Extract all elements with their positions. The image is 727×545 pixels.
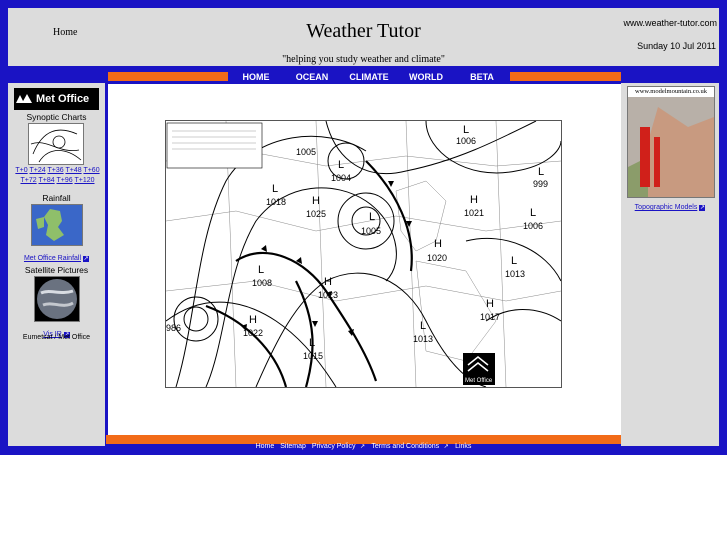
- pressure-label-l: L: [511, 255, 517, 267]
- pressure-label-value: 1006: [523, 221, 543, 231]
- external-link-icon: ↗: [359, 444, 366, 450]
- pressure-label-l: L: [420, 320, 426, 332]
- link-t84[interactable]: T+84: [38, 177, 54, 184]
- rainfall-link-wrap: Met Office Rainfall ↗: [8, 247, 105, 265]
- pressure-label-value: 986: [166, 323, 181, 333]
- pressure-label-l: L: [369, 211, 375, 223]
- pressure-label-h: H: [486, 298, 494, 310]
- synoptic-chart: L 1006 1005 L 1004 L 999 L 1018 H 1025 L…: [165, 120, 562, 388]
- footer-sitemap[interactable]: Sitemap: [280, 443, 306, 450]
- external-link-icon: ↗: [699, 205, 706, 211]
- link-t36[interactable]: T+36: [47, 167, 63, 174]
- isobar-map: L 1006 1005 L 1004 L 999 L 1018 H 1025 L…: [165, 120, 562, 388]
- satellite-heading: Satellite Pictures: [24, 265, 89, 275]
- rainfall-thumbnail[interactable]: [31, 204, 83, 246]
- link-t24[interactable]: T+24: [29, 167, 45, 174]
- pressure-label-h: H: [312, 195, 320, 207]
- rainfall-heading: Rainfall: [42, 193, 71, 203]
- svg-text:Met Office: Met Office: [465, 378, 493, 384]
- link-t48[interactable]: T+48: [65, 167, 81, 174]
- chart-met-office-logo: Met Office: [463, 353, 495, 385]
- footer-privacy[interactable]: Privacy Policy: [312, 443, 356, 450]
- site-url: www.weather-tutor.com: [623, 18, 717, 28]
- chart-legend-box: [166, 122, 263, 169]
- met-office-logo[interactable]: Met Office: [14, 88, 99, 110]
- pressure-label-l: L: [530, 207, 536, 219]
- nav-ocean[interactable]: OCEAN: [284, 71, 340, 84]
- pressure-label-h: H: [434, 238, 442, 250]
- link-t72[interactable]: T+72: [21, 177, 37, 184]
- pressure-label-l: L: [272, 183, 278, 195]
- synoptic-charts-heading: Synoptic Charts: [26, 112, 87, 122]
- link-t60[interactable]: T+60: [83, 167, 99, 174]
- pressure-label-h: H: [470, 194, 478, 206]
- model-mountain-ad[interactable]: www.modelmountain.co.uk: [627, 86, 715, 198]
- mountain-model-icon: [628, 97, 714, 197]
- pressure-label-value: 1013: [413, 334, 433, 344]
- pressure-label-value: 1015: [303, 351, 323, 361]
- satellite-credit: Eumetsat / Met Office: [22, 334, 91, 341]
- rainfall-map-icon: [36, 209, 64, 241]
- link-t96[interactable]: T+96: [56, 177, 72, 184]
- synoptic-thumbnail[interactable]: [28, 123, 84, 165]
- link-t0[interactable]: T+0: [15, 167, 27, 174]
- pressure-label-value: 1018: [266, 197, 286, 207]
- topographic-link-wrap: Topographic Models ↗: [621, 196, 719, 214]
- nav-beta[interactable]: BETA: [454, 71, 510, 84]
- pressure-label-h: H: [324, 276, 332, 288]
- nav-world[interactable]: WORLD: [398, 71, 454, 84]
- link-t120[interactable]: T+120: [74, 177, 94, 184]
- main-nav: HOME OCEAN CLIMATE WORLD BETA: [228, 71, 510, 84]
- footer-links-item[interactable]: Links: [455, 443, 471, 450]
- pressure-label-value: 999: [533, 179, 548, 189]
- pressure-label-value: 1017: [480, 312, 500, 322]
- tagline: "helping you study weather and climate": [282, 54, 445, 65]
- synoptic-links: T+0 T+24 T+36 T+48 T+60 T+72 T+84 T+96 T…: [14, 166, 101, 186]
- satellite-thumbnail[interactable]: [34, 276, 80, 322]
- pressure-label-l: L: [338, 159, 344, 171]
- pressure-label-l: L: [538, 166, 544, 178]
- synoptic-thumbnail-map: [30, 129, 82, 163]
- external-link-icon: ↗: [83, 256, 90, 262]
- pressure-label-value: 1025: [306, 209, 326, 219]
- site-title: Weather Tutor: [306, 20, 421, 42]
- footer-links: Home Sitemap Privacy Policy ↗ Terms and C…: [0, 443, 727, 450]
- external-link-icon: ↗: [443, 444, 450, 450]
- pressure-label-l: L: [463, 124, 469, 136]
- nav-home[interactable]: HOME: [228, 71, 284, 84]
- pressure-label-value: 1004: [331, 173, 351, 183]
- footer-home[interactable]: Home: [256, 443, 275, 450]
- satellite-globe-icon: [37, 279, 77, 319]
- pressure-label-value: 1005: [361, 226, 381, 236]
- met-office-logo-icon: [16, 94, 32, 103]
- footer-terms[interactable]: Terms and Conditions: [371, 443, 439, 450]
- pressure-label-l: L: [309, 337, 315, 349]
- topographic-models-link[interactable]: Topographic Models: [635, 204, 698, 211]
- pressure-label-value: 1008: [252, 278, 272, 288]
- pressure-label-value: 1005: [296, 147, 316, 157]
- pressure-label-l: L: [258, 264, 264, 276]
- pressure-label-value: 1021: [464, 208, 484, 218]
- rainfall-link[interactable]: Met Office Rainfall: [24, 255, 81, 262]
- pressure-label-value: 1006: [456, 136, 476, 146]
- nav-climate[interactable]: CLIMATE: [340, 71, 398, 84]
- pressure-label-value: 1023: [318, 290, 338, 300]
- pressure-label-h: H: [249, 314, 257, 326]
- pressure-label-value: 1022: [243, 328, 263, 338]
- current-date: Sunday 10 Jul 2011: [637, 41, 716, 51]
- pressure-label-value: 1013: [505, 269, 525, 279]
- pressure-label-value: 1020: [427, 253, 447, 263]
- ad-banner-text: www.modelmountain.co.uk: [628, 87, 714, 97]
- met-office-logo-text: Met Office: [36, 93, 90, 105]
